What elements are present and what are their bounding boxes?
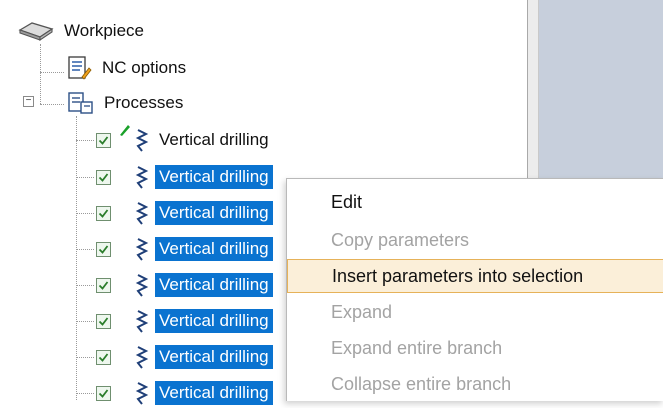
- tree-item-label: Vertical drilling: [159, 130, 269, 149]
- tree-item-label: Vertical drilling: [155, 345, 273, 369]
- tree-item-label: Vertical drilling: [155, 201, 273, 225]
- tree-item-label: Vertical drilling: [155, 165, 273, 189]
- tree-item-process[interactable]: Vertical drilling: [96, 306, 273, 336]
- checkbox[interactable]: [96, 349, 111, 365]
- menu-item-collapse-entire-branch[interactable]: Collapse entire branch: [287, 367, 663, 401]
- drill-icon: [135, 345, 149, 369]
- tree-guide-line: [76, 213, 94, 214]
- tree-item-process[interactable]: Vertical drilling: [96, 270, 273, 300]
- tree-item-process[interactable]: Vertical drilling: [96, 378, 273, 408]
- checkbox[interactable]: [96, 132, 111, 148]
- tree-item-label: Vertical drilling: [155, 309, 273, 333]
- tree-node-label: Processes: [104, 93, 184, 112]
- tree-item-process[interactable]: Vertical drilling: [96, 342, 273, 372]
- tree-node-processes[interactable]: Processes: [66, 88, 187, 118]
- collapse-icon[interactable]: −: [23, 96, 34, 107]
- processes-icon: [66, 90, 94, 116]
- nc-options-icon: [66, 55, 92, 81]
- drill-icon: [135, 273, 149, 297]
- tree-item-process[interactable]: Vertical drilling: [96, 198, 273, 228]
- pencil-icon: [118, 123, 132, 137]
- menu-item-insert-parameters[interactable]: Insert parameters into selection: [287, 259, 663, 293]
- drill-icon: [135, 201, 149, 225]
- tree-node-label: Workpiece: [64, 21, 144, 40]
- tree-guide-line: [76, 357, 94, 358]
- workpiece-icon: [18, 20, 54, 42]
- tree-node-label: NC options: [102, 58, 187, 77]
- tree-node-workpiece[interactable]: Workpiece: [18, 16, 148, 46]
- checkbox[interactable]: [96, 205, 111, 221]
- tree-item-label: Vertical drilling: [155, 273, 273, 297]
- drill-icon: [135, 381, 149, 405]
- menu-item-copy-parameters[interactable]: Copy parameters: [287, 223, 663, 257]
- drill-icon: [135, 309, 149, 333]
- tree-guide-line: [76, 393, 94, 394]
- tree-guide-line: [76, 285, 94, 286]
- tree-guide-line: [76, 249, 94, 250]
- tree-guide-line: [76, 321, 94, 322]
- tree-node-nc-options[interactable]: NC options: [66, 53, 190, 83]
- checkbox[interactable]: [96, 385, 111, 401]
- drill-icon: [135, 237, 149, 261]
- tree-guide-line: [40, 44, 41, 104]
- tree-item-label: Vertical drilling: [155, 381, 273, 405]
- checkbox[interactable]: [96, 169, 111, 185]
- tree-item-label: Vertical drilling: [155, 237, 273, 261]
- context-menu: Edit Copy parameters Insert parameters i…: [286, 178, 663, 401]
- menu-item-expand-entire-branch[interactable]: Expand entire branch: [287, 331, 663, 365]
- checkbox[interactable]: [96, 313, 111, 329]
- tree-guide-line: [76, 140, 94, 141]
- drill-icon: [135, 165, 149, 189]
- tree-item-process[interactable]: Vertical drilling: [96, 125, 273, 155]
- checkbox[interactable]: [96, 241, 111, 257]
- tree-guide-line: [76, 177, 94, 178]
- menu-item-edit[interactable]: Edit: [287, 185, 663, 219]
- tree-item-process[interactable]: Vertical drilling: [96, 162, 273, 192]
- menu-item-expand[interactable]: Expand: [287, 295, 663, 329]
- checkbox[interactable]: [96, 277, 111, 293]
- tree-guide-line: [40, 104, 64, 105]
- tree-guide-line: [40, 72, 64, 73]
- drill-icon: [135, 128, 149, 152]
- tree-item-process[interactable]: Vertical drilling: [96, 234, 273, 264]
